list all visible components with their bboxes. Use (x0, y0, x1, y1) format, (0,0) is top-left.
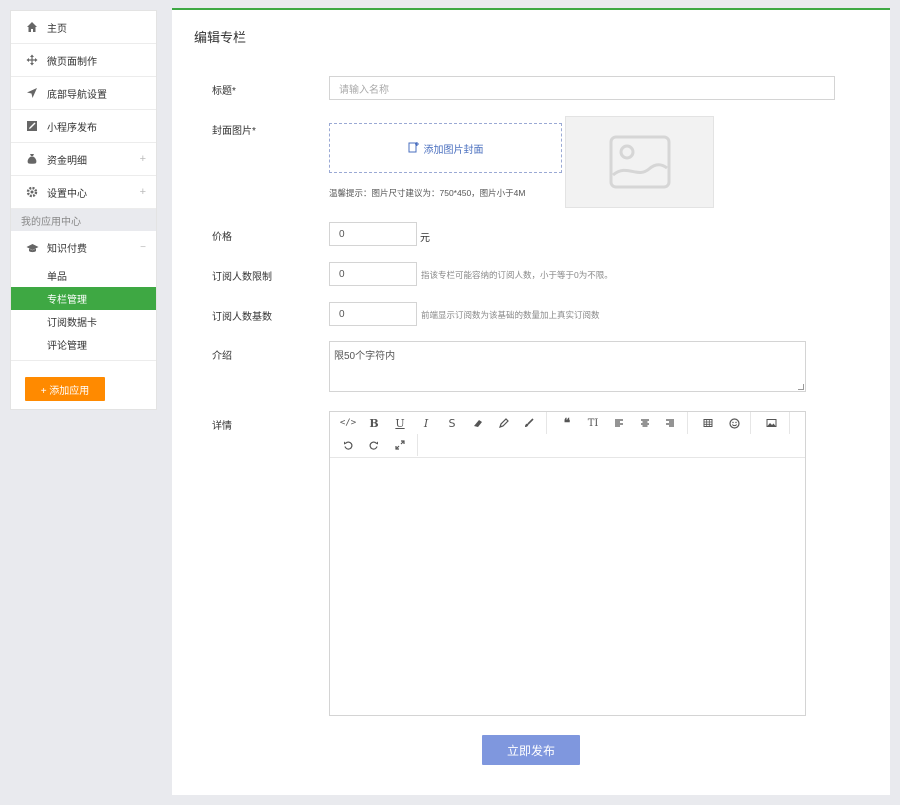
publish-button[interactable]: 立即发布 (482, 735, 580, 765)
sidebar-item-miniprogram-publish[interactable]: 小程序发布 (11, 110, 156, 143)
sidebar-item-home[interactable]: 主页 (11, 11, 156, 44)
quote-icon[interactable]: ❝ (558, 414, 576, 432)
title-label: 标题* (212, 86, 236, 97)
intro-label: 介绍 (212, 351, 232, 362)
section-title-my-apps: 我的应用中心 (11, 209, 156, 231)
underline-icon[interactable]: U (391, 414, 409, 432)
eraser-icon[interactable] (469, 414, 487, 432)
redo-icon[interactable] (365, 436, 383, 454)
intro-textarea[interactable]: 限50个字符内 (329, 341, 806, 392)
image-placeholder-icon (609, 135, 670, 189)
page-title: 编辑专栏 (194, 30, 247, 45)
money-bag-icon (25, 152, 39, 166)
rich-text-editor[interactable]: </> B U I S ❝ TI (329, 411, 806, 716)
sidebar-subitem-column-management[interactable]: 专栏管理 (11, 287, 156, 310)
expand-icon[interactable]: + (140, 186, 146, 198)
sidebar-item-funds[interactable]: 资金明细 + (11, 143, 156, 176)
strikethrough-icon[interactable]: S (443, 414, 461, 432)
toolbar-separator (750, 412, 751, 434)
subscriber-base-input[interactable]: 0 (329, 302, 417, 326)
sidebar-subitem-comment-management[interactable]: 评论管理 (11, 333, 156, 356)
sidebar-subitem-single[interactable]: 单品 (11, 264, 156, 287)
toolbar-separator (687, 412, 688, 434)
add-cover-button[interactable]: 添加图片封面 (329, 123, 562, 173)
price-unit: 元 (420, 233, 430, 244)
resize-handle[interactable] (798, 384, 804, 390)
edit-icon (25, 119, 39, 133)
italic-icon[interactable]: I (417, 414, 435, 432)
align-left-icon[interactable] (610, 414, 628, 432)
table-icon[interactable] (699, 414, 717, 432)
move-icon (25, 53, 39, 67)
gear-icon (25, 185, 39, 199)
price-label: 价格 (212, 232, 232, 243)
sidebar-item-label: 微页面制作 (47, 56, 97, 68)
collapse-icon[interactable]: − (140, 242, 146, 253)
align-right-icon[interactable] (661, 414, 679, 432)
title-input[interactable]: 请输入名称 (329, 76, 835, 100)
cover-label: 封面图片* (212, 126, 256, 137)
toolbar-separator (417, 434, 418, 456)
subscriber-base-hint: 前端显示订阅数为该基础的数量加上真实订阅数 (421, 310, 600, 320)
upload-label: 添加图片封面 (423, 144, 484, 156)
fullscreen-icon[interactable] (391, 436, 409, 454)
subscriber-limit-input[interactable]: 0 (329, 262, 417, 286)
navigation-icon (25, 86, 39, 100)
text-size-icon[interactable]: TI (584, 414, 602, 432)
home-icon (25, 20, 39, 34)
sidebar-item-bottom-nav[interactable]: 底部导航设置 (11, 77, 156, 110)
sidebar-sub-list: 单品 专栏管理 订阅数据卡 评论管理 (11, 264, 156, 361)
sidebar-item-micro-page[interactable]: 微页面制作 (11, 44, 156, 77)
sidebar-item-label: 小程序发布 (47, 122, 97, 134)
intro-placeholder: 限50个字符内 (334, 351, 396, 362)
sidebar-group-knowledge-pay[interactable]: 知识付费 − (11, 231, 156, 264)
toolbar-separator (789, 412, 790, 434)
sidebar-item-label: 资金明细 (47, 155, 87, 167)
undo-icon[interactable] (339, 436, 357, 454)
subscriber-limit-label: 订阅人数限制 (212, 272, 272, 283)
code-icon[interactable]: </> (339, 414, 357, 432)
upload-image-icon (408, 141, 420, 156)
subscriber-base-label: 订阅人数基数 (212, 312, 272, 323)
sidebar-item-label: 设置中心 (47, 188, 87, 200)
cover-hint: 温馨提示：图片尺寸建议为：750*450，图片小于4M (329, 188, 526, 198)
expand-icon[interactable]: + (140, 153, 146, 165)
toolbar-separator (546, 412, 547, 434)
main-panel: 编辑专栏 标题* 请输入名称 封面图片* 添加图片封面 温馨提示：图片尺寸建议为… (172, 8, 890, 795)
cover-preview (565, 116, 714, 208)
graduation-cap-icon (25, 241, 39, 255)
add-app-button[interactable]: + 添加应用 (25, 377, 105, 401)
image-icon[interactable] (762, 414, 780, 432)
sidebar-item-settings[interactable]: 设置中心 + (11, 176, 156, 209)
brush-icon[interactable] (520, 414, 538, 432)
sidebar-item-label: 底部导航设置 (47, 89, 107, 101)
pen-icon[interactable] (495, 414, 513, 432)
emoji-icon[interactable] (725, 414, 743, 432)
bold-icon[interactable]: B (365, 414, 383, 432)
align-center-icon[interactable] (636, 414, 654, 432)
detail-label: 详情 (212, 421, 232, 432)
sidebar-subitem-subscription-data[interactable]: 订阅数据卡 (11, 310, 156, 333)
price-input[interactable]: 0 (329, 222, 417, 246)
sidebar-item-label: 主页 (47, 23, 67, 35)
sidebar: 主页 微页面制作 底部导航设置 小程序发布 资金明细 + 设置中心 + 我的应用… (10, 10, 157, 410)
sidebar-group-label: 知识付费 (47, 244, 87, 255)
subscriber-limit-hint: 指该专栏可能容纳的订阅人数，小于等于0为不限。 (421, 270, 613, 280)
editor-toolbar: </> B U I S ❝ TI (330, 412, 805, 458)
